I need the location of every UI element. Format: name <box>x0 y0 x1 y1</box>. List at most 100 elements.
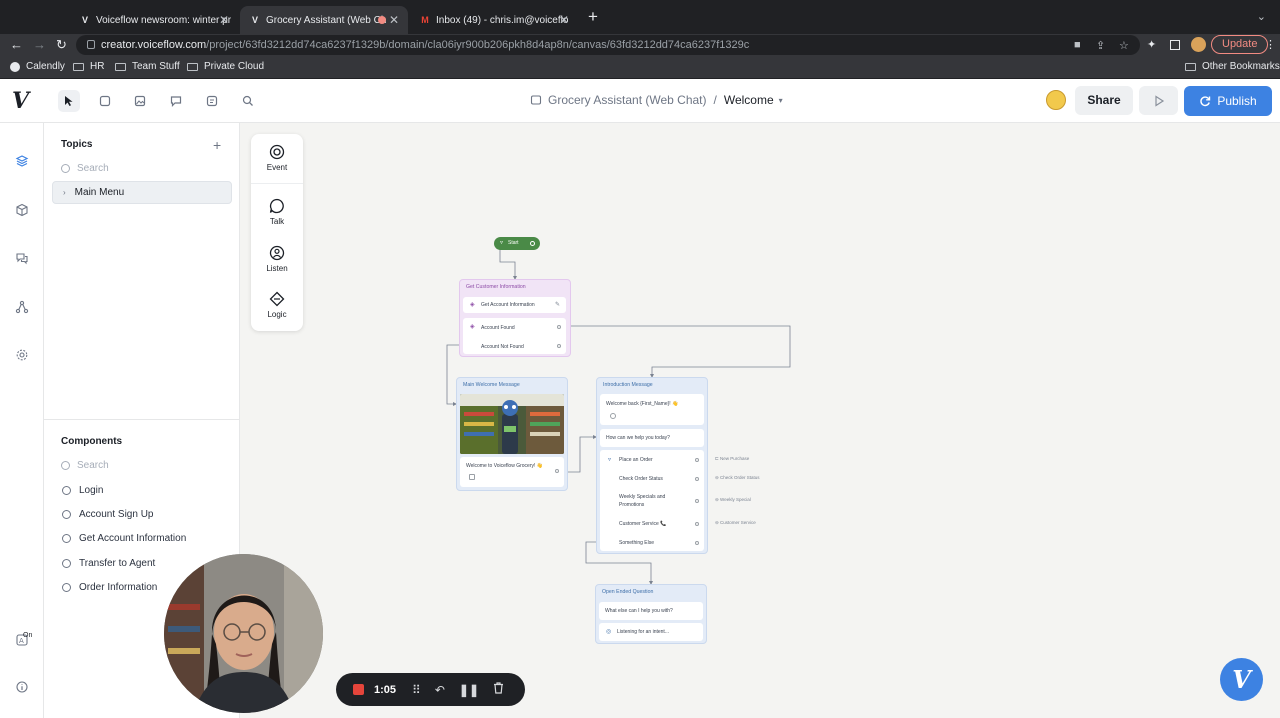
note-tool[interactable] <box>94 90 116 112</box>
update-button[interactable]: Update <box>1211 35 1269 54</box>
text-step[interactable]: What else can I help you with? <box>599 602 703 620</box>
browser-tab-active[interactable]: V Grocery Assistant (Web Ch ✕ <box>240 6 408 34</box>
text-step[interactable]: Welcome to Voiceflow Grocery! 👋 <box>460 457 564 487</box>
grid-icon[interactable]: ⠿ <box>412 683 421 697</box>
profile-avatar[interactable] <box>1191 37 1206 52</box>
start-node[interactable]: ▿ Start <box>494 237 540 250</box>
go-to-customer-service[interactable]: ⊖ Customer Service <box>715 520 756 526</box>
edit-icon[interactable]: ✎ <box>555 297 560 313</box>
sidepanel-icon[interactable] <box>1170 40 1180 50</box>
browser-tab[interactable]: M Inbox (49) - chris.im@voiceflo ✕ <box>410 6 578 34</box>
reload-icon[interactable]: ↻ <box>56 36 67 54</box>
step-logic[interactable]: Logic <box>251 291 303 319</box>
port-icon[interactable] <box>557 325 561 329</box>
port-icon <box>530 241 535 246</box>
camera-icon[interactable]: ■ <box>1074 39 1081 51</box>
topic-name[interactable]: Welcome <box>724 93 774 107</box>
port-icon[interactable] <box>695 541 699 545</box>
run-button[interactable] <box>1139 86 1178 115</box>
share-icon[interactable]: ⇪ <box>1096 39 1105 52</box>
port-icon[interactable] <box>695 522 699 526</box>
folder-icon <box>115 62 126 71</box>
block-title: Open Ended Question <box>602 589 654 595</box>
lock-icon <box>87 40 95 49</box>
publish-button[interactable]: Publish <box>1184 86 1272 116</box>
close-icon[interactable]: ✕ <box>219 13 229 27</box>
pause-icon[interactable]: ❚❚ <box>459 683 479 697</box>
port-icon[interactable] <box>695 458 699 462</box>
address-bar[interactable]: creator.voiceflow.com/project/63fd3212dd… <box>76 35 1140 55</box>
voiceflow-logo[interactable]: V <box>12 89 29 113</box>
star-icon[interactable]: ☆ <box>1119 39 1129 52</box>
step-event[interactable]: Event <box>251 134 303 184</box>
bookmark-team-stuff[interactable]: Team Stuff <box>115 61 180 72</box>
chevron-down-icon[interactable]: ▾ <box>779 96 783 105</box>
component-item[interactable]: Order Information <box>62 582 157 593</box>
stop-recording-button[interactable] <box>353 684 364 695</box>
conversations-icon[interactable] <box>13 249 31 267</box>
component-item[interactable]: Login <box>62 485 103 496</box>
components-search-input[interactable]: Search <box>61 460 109 471</box>
info-icon[interactable] <box>13 678 31 696</box>
topic-item-main-menu[interactable]: › Main Menu <box>52 181 232 204</box>
block-open-ended-question[interactable]: Open Ended Question What else can I help… <box>595 584 707 644</box>
forward-icon[interactable]: → <box>33 36 46 54</box>
collaborator-avatar[interactable] <box>1046 90 1066 110</box>
other-bookmarks[interactable]: Other Bookmarks <box>1185 61 1280 72</box>
new-tab-icon[interactable]: + <box>588 8 598 26</box>
comment-tool[interactable] <box>165 90 187 112</box>
panel-divider <box>44 419 240 420</box>
go-to-new-purchase[interactable]: ⊏ New Purchase <box>715 456 749 462</box>
condition-step[interactable]: ◈ Account Found Account Not Found <box>463 318 566 354</box>
close-icon[interactable]: ✕ <box>559 13 569 27</box>
go-to-check-order-status[interactable]: ⊖ Check Order Status <box>715 475 760 481</box>
image-icon <box>134 95 146 107</box>
share-button[interactable]: Share <box>1075 86 1133 115</box>
trash-icon[interactable] <box>493 682 504 697</box>
block-main-welcome-message[interactable]: Main Welcome Message Welcome to Voiceflo… <box>456 377 568 491</box>
component-item[interactable]: Account Sign Up <box>62 509 154 520</box>
search-tool[interactable] <box>237 90 259 112</box>
step-talk[interactable]: Talk <box>251 198 303 226</box>
logic-icon <box>269 291 285 307</box>
project-name[interactable]: Grocery Assistant (Web Chat) <box>548 93 707 107</box>
integrations-icon[interactable] <box>13 298 31 316</box>
port-icon[interactable] <box>695 499 699 503</box>
voiceflow-chat-button[interactable]: V <box>1220 658 1263 701</box>
block-get-customer-information[interactable]: Get Customer Information ◈ Get Account I… <box>459 279 571 357</box>
image-tool[interactable] <box>129 90 151 112</box>
listen-step[interactable]: ◎ Listening for an intent... <box>599 623 703 641</box>
settings-icon[interactable] <box>13 346 31 364</box>
choice-step[interactable]: ▿ Place an Order Check Order Status Week… <box>600 450 704 551</box>
chevron-down-icon[interactable]: ⌄ <box>1257 10 1266 23</box>
text-step[interactable]: How can we help you today? <box>600 429 704 447</box>
component-item[interactable]: Get Account Information <box>62 533 186 544</box>
bookmark-hr[interactable]: HR <box>73 61 104 72</box>
undo-icon[interactable]: ↶ <box>435 683 445 697</box>
component-item[interactable]: Transfer to Agent <box>62 558 155 569</box>
cube-icon[interactable] <box>13 201 31 219</box>
component-tool[interactable] <box>201 90 223 112</box>
add-topic-icon[interactable]: + <box>213 137 221 153</box>
text-step[interactable]: Welcome back {First_Name}! 👋 <box>600 394 704 425</box>
block-introduction-message[interactable]: Introduction Message Welcome back {First… <box>596 377 708 554</box>
go-to-weekly-special[interactable]: ⊖ Weekly Special <box>715 497 751 503</box>
event-icon <box>269 144 285 160</box>
extensions-icon[interactable]: ✦ <box>1147 38 1156 51</box>
more-icon[interactable]: ⋮ <box>1265 38 1276 51</box>
bookmark-private-cloud[interactable]: Private Cloud <box>187 61 264 72</box>
browser-tab[interactable]: V Voiceflow newsroom: winter pr ✕ <box>70 6 238 34</box>
step-label: Event <box>266 163 288 172</box>
port-icon[interactable] <box>695 477 699 481</box>
close-icon[interactable]: ✕ <box>389 13 399 27</box>
topics-search-input[interactable]: Search <box>61 163 109 174</box>
step-listen[interactable]: Listen <box>251 245 303 273</box>
layers-icon[interactable] <box>13 152 31 170</box>
component-step[interactable]: ◈ Get Account Information ✎ <box>463 297 566 313</box>
back-icon[interactable]: ← <box>10 36 23 54</box>
components-heading: Components <box>61 436 123 447</box>
port-icon[interactable] <box>557 344 561 348</box>
bookmark-calendly[interactable]: Calendly <box>10 61 65 72</box>
port-icon[interactable] <box>555 469 559 473</box>
pointer-tool[interactable] <box>58 90 80 112</box>
